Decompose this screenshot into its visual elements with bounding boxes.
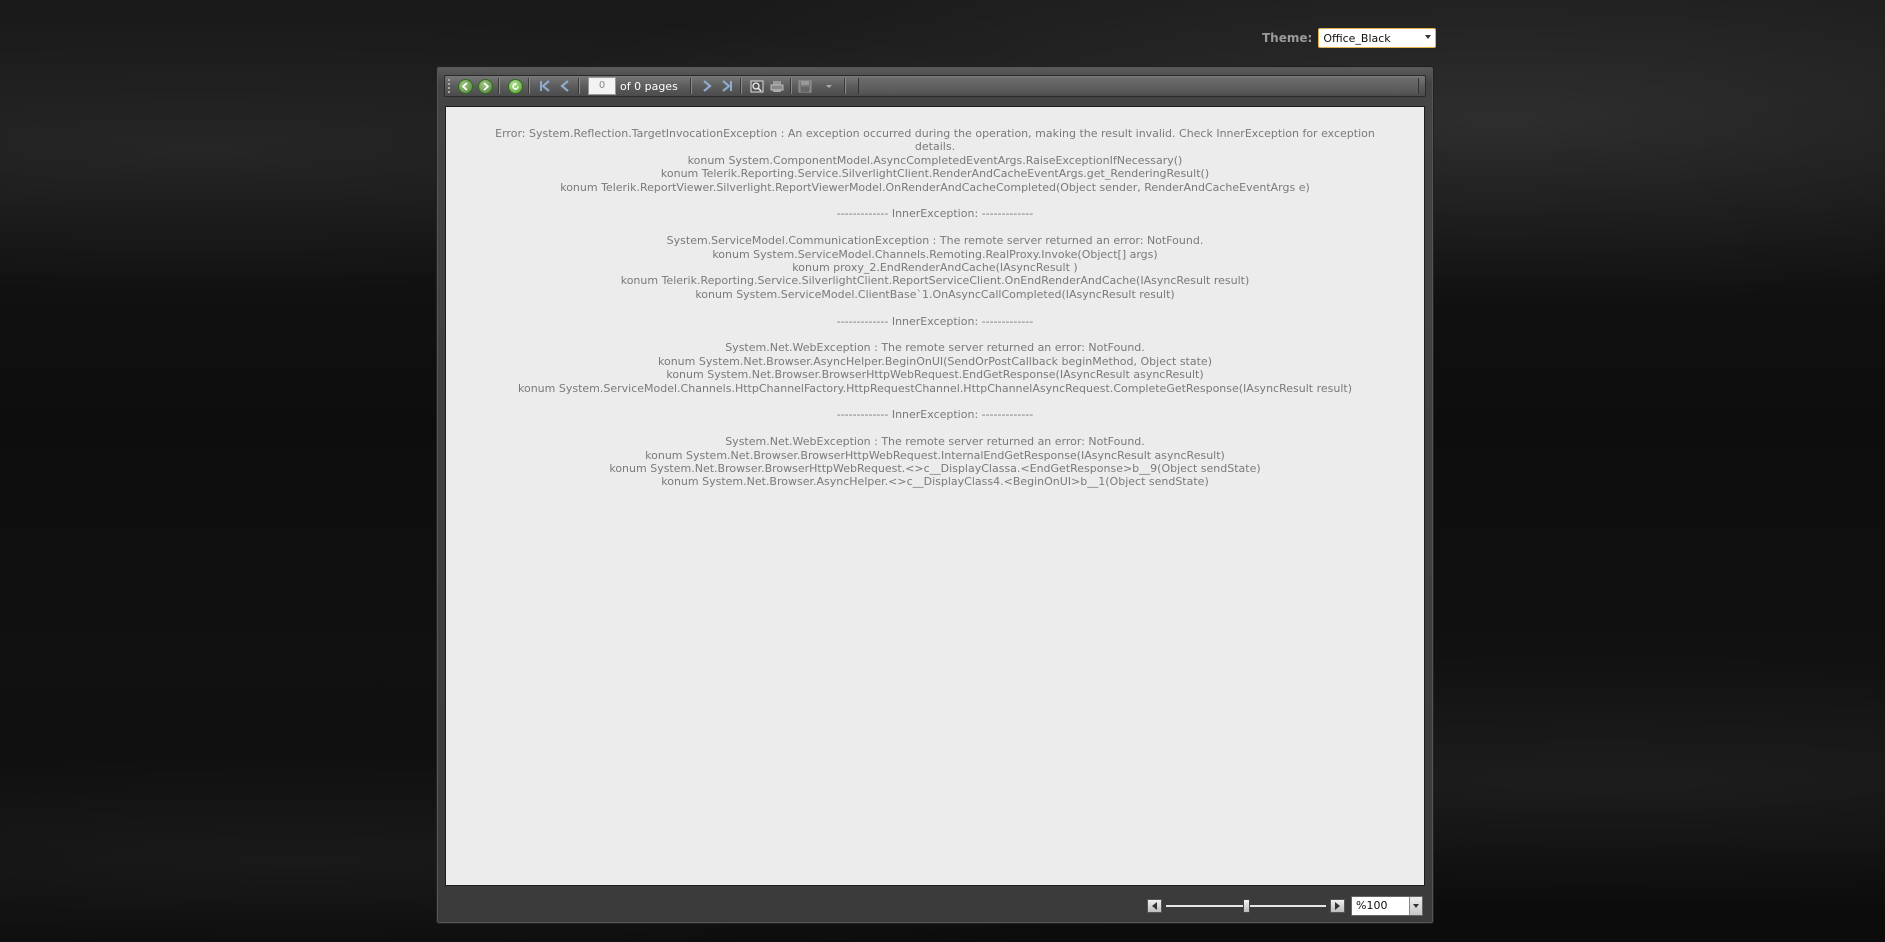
zoom-slider[interactable] (1166, 899, 1326, 913)
theme-select-value: Office_Black (1323, 31, 1391, 45)
previous-page-button[interactable] (556, 77, 574, 95)
page-number-input[interactable]: 0 (588, 77, 616, 95)
error-line: konum proxy_2.EndRenderAndCache(IAsyncRe… (792, 261, 1078, 275)
zoom-value: %100 (1356, 899, 1388, 912)
error-line: konum System.Net.Browser.AsyncHelper.Beg… (658, 354, 1212, 368)
report-viewer: 0 of 0 pages Error: System.Reflection.Ta… (436, 66, 1434, 924)
error-line: konum System.ServiceModel.Channels.Remot… (712, 247, 1158, 261)
back-button[interactable] (456, 77, 474, 95)
theme-select[interactable]: Office_Black (1318, 28, 1437, 48)
last-page-icon (722, 80, 732, 92)
toolbar-separator (498, 78, 500, 94)
export-icon (798, 80, 812, 92)
toolbar-empty-area (857, 78, 1419, 94)
error-line: konum System.ComponentModel.AsyncComplet… (687, 153, 1183, 167)
error-line: Error: System.Reflection.TargetInvocatio… (495, 127, 1375, 154)
arrow-left-icon (1152, 902, 1157, 910)
print-preview-button[interactable] (748, 77, 766, 95)
toolbar-grip[interactable] (448, 79, 454, 93)
first-page-icon (540, 80, 550, 92)
error-line: konum System.Net.Browser.AsyncHelper.<>c… (661, 475, 1209, 489)
error-line: System.Net.WebException : The remote ser… (725, 435, 1145, 449)
next-page-button[interactable] (698, 77, 716, 95)
zoom-out-button[interactable] (1147, 899, 1162, 913)
zoom-in-button[interactable] (1330, 899, 1345, 913)
report-toolbar: 0 of 0 pages (444, 75, 1426, 97)
error-line: konum Telerik.ReportViewer.Silverlight.R… (560, 180, 1310, 194)
toolbar-separator (689, 78, 692, 94)
error-line: ------------- InnerException: ----------… (836, 207, 1034, 221)
next-page-icon (703, 80, 712, 92)
chevron-down-icon (825, 84, 832, 88)
report-content-area: Error: System.Reflection.TargetInvocatio… (445, 106, 1425, 886)
forward-icon (477, 78, 493, 94)
print-button[interactable] (768, 77, 786, 95)
error-line: ------------- InnerException: ----------… (836, 408, 1034, 422)
error-line: konum System.ServiceModel.Channels.HttpC… (518, 381, 1352, 395)
forward-button[interactable] (476, 77, 494, 95)
toolbar-separator (578, 78, 580, 94)
chevron-down-icon (1425, 35, 1432, 39)
error-line: konum System.ServiceModel.ClientBase`1.O… (695, 287, 1175, 301)
error-line: System.ServiceModel.CommunicationExcepti… (666, 234, 1204, 248)
toolbar-separator (528, 78, 530, 94)
zoom-slider-thumb[interactable] (1243, 899, 1250, 913)
theme-bar: Theme: Office_Black (1262, 28, 1437, 48)
zoom-combobox[interactable]: %100 (1351, 896, 1423, 916)
toolbar-separator (843, 78, 846, 94)
error-line: konum Telerik.Reporting.Service.Silverli… (620, 274, 1250, 288)
error-line: konum System.Net.Browser.BrowserHttpWebR… (609, 462, 1261, 476)
arrow-right-icon (1335, 902, 1340, 910)
back-icon (457, 78, 473, 94)
print-preview-icon (750, 80, 764, 92)
error-line: konum System.Net.Browser.BrowserHttpWebR… (645, 448, 1225, 462)
error-line: System.Net.WebException : The remote ser… (725, 341, 1145, 355)
previous-page-icon (560, 80, 569, 92)
chevron-down-icon (1413, 904, 1419, 908)
toolbar-separator (789, 78, 792, 94)
last-page-button[interactable] (718, 77, 736, 95)
theme-label: Theme: (1262, 31, 1313, 45)
zoom-dropdown-button[interactable] (1409, 897, 1422, 915)
error-message: Error: System.Reflection.TargetInvocatio… (446, 107, 1424, 489)
first-page-button[interactable] (536, 77, 554, 95)
print-icon (770, 80, 784, 92)
refresh-button[interactable] (506, 77, 524, 95)
toolbar-separator (739, 78, 742, 94)
refresh-icon (507, 78, 523, 94)
error-line: konum System.Net.Browser.BrowserHttpWebR… (666, 368, 1204, 382)
zoom-bar: %100 (444, 894, 1426, 918)
error-line: konum Telerik.Reporting.Service.Silverli… (660, 167, 1210, 181)
export-dropdown[interactable] (798, 77, 840, 95)
page-count-text: of 0 pages (620, 79, 678, 93)
error-line: ------------- InnerException: ----------… (836, 314, 1034, 328)
